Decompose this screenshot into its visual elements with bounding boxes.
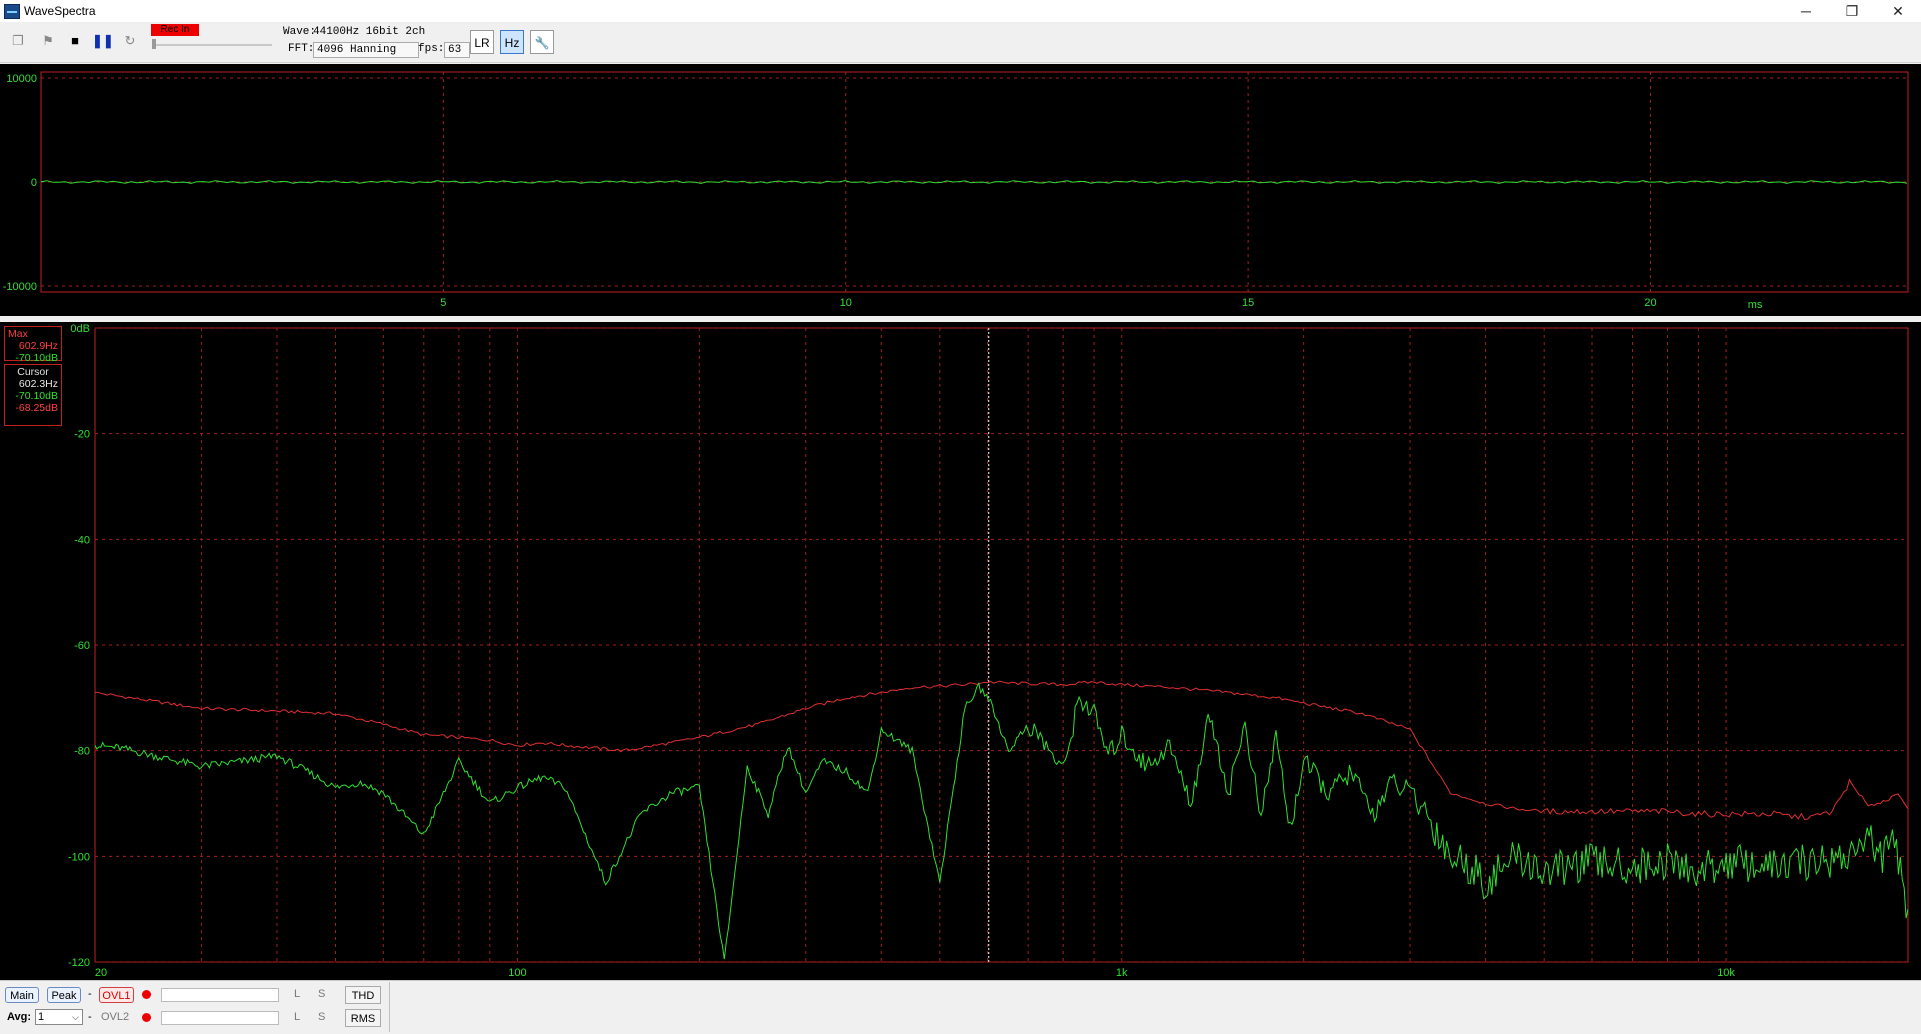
ovl2-indicator[interactable]: OVL2 — [101, 1011, 129, 1023]
avg-label: Avg: — [7, 1011, 32, 1023]
wave-y-tick-label: 0 — [31, 177, 37, 189]
title-bar: WaveSpectra ─ ❐ ✕ — [0, 0, 1921, 22]
wave-x-tick-label: 20 — [1644, 297, 1656, 309]
spectrum-y-tick-label: -120 — [68, 957, 90, 969]
spectrum-y-tick-label: -20 — [74, 429, 90, 441]
wave-label: Wave: — [283, 26, 317, 38]
ovl2-l-label: L — [294, 1011, 301, 1023]
rec-level-thumb[interactable] — [152, 39, 156, 49]
hz-scale-button[interactable]: Hz — [500, 30, 524, 54]
wave-y-tick-label: -10000 — [3, 281, 37, 293]
waveform-plot: 5 10 15 20 ms 10000 0 -10000 — [3, 71, 1909, 311]
fps-label: fps: — [418, 43, 445, 55]
repeat-icon[interactable]: ↻ — [120, 31, 140, 51]
wave-signal-line — [40, 180, 1908, 184]
waveform-panel[interactable]: 5 10 15 20 ms 10000 0 -10000 — [0, 64, 1921, 316]
spectrum-x-tick-label: 10k — [1717, 967, 1735, 979]
spectrum-x-tick-label: 20 — [95, 967, 107, 979]
fft-label: FFT: — [288, 43, 315, 55]
close-button[interactable]: ✕ — [1875, 0, 1921, 22]
rec-in-label[interactable]: Rec In — [151, 24, 199, 36]
wave-x-tick-label: 5 — [440, 297, 446, 309]
cursor-label: Cursor — [17, 366, 49, 378]
main-button[interactable]: Main — [5, 987, 39, 1003]
cursor-freq: 602.3Hz — [18, 378, 58, 390]
fps-value: 63 — [444, 42, 470, 58]
wave-x-unit: ms — [1748, 299, 1763, 311]
spectrum-x-tick-label: 100 — [508, 967, 526, 979]
app-icon — [4, 4, 20, 19]
ovl2-record-icon — [142, 1013, 151, 1022]
spectrum-y-tick-label: -100 — [68, 851, 90, 863]
spectrum-panel[interactable]: 0dB -20 -40 -60 -80 -100 -120 20 100 1k 10k Max 60… — [0, 322, 1921, 980]
ovl1-indicator[interactable]: OVL1 — [99, 987, 134, 1003]
pause-icon[interactable]: ❚❚ — [92, 31, 114, 51]
max-level: -70.10dB — [15, 352, 58, 364]
spectrum-y-tick-label: -80 — [74, 746, 90, 758]
spectrum-y-tick-label: 0dB — [70, 323, 90, 335]
spectrum-y-tick-label: -40 — [74, 534, 90, 546]
ovl1-l-label: L — [294, 988, 301, 1000]
ovl2-dash: - — [88, 1011, 92, 1023]
spectrum-x-tick-label: 1k — [1116, 967, 1128, 979]
cursor-info-box: Cursor 602.3Hz -70.10dB -68.25dB — [4, 364, 62, 426]
chevron-down-icon: ⌵ — [72, 1012, 79, 1022]
lr-channel-button[interactable]: LR — [470, 30, 494, 54]
spectrum-y-tick-label: -60 — [74, 640, 90, 652]
wave-format: 44100Hz 16bit 2ch — [313, 26, 426, 38]
settings-wrench-icon[interactable]: 🔧 — [530, 30, 554, 54]
avg-value: 1 — [38, 1011, 45, 1023]
wave-x-tick-label: 10 — [840, 297, 852, 309]
ovl1-dash: - — [88, 988, 92, 1000]
spectrum-plot: 0dB -20 -40 -60 -80 -100 -120 20 100 1k 10k — [68, 323, 1909, 979]
window-title: WaveSpectra — [24, 4, 96, 18]
max-freq: 602.9Hz — [18, 340, 58, 352]
wave-x-tick-label: 15 — [1242, 297, 1254, 309]
status-bar — [0, 980, 1921, 1034]
copy-icon[interactable]: ❐ — [8, 31, 28, 51]
ovl1-record-icon — [142, 990, 151, 999]
status-divider — [389, 982, 390, 1032]
toolbar: ❐ ⚑ ■ ❚❚ ↻ Rec In Wave: 44100Hz 16bit 2c… — [0, 22, 1921, 63]
wave-y-tick-label: 10000 — [6, 73, 37, 85]
thd-button[interactable]: THD — [345, 986, 381, 1004]
ovl1-level-meter — [161, 988, 279, 1002]
ovl2-s-label: S — [318, 1011, 326, 1023]
stop-icon[interactable]: ■ — [65, 31, 85, 51]
spectrum-current-series-line — [94, 681, 1909, 960]
max-label: Max — [8, 328, 28, 340]
fft-setting[interactable]: 4096 Hanning — [313, 42, 419, 58]
cursor-level-l: -70.10dB — [15, 390, 58, 402]
ovl1-s-label: S — [318, 988, 326, 1000]
avg-select[interactable]: 1 ⌵ — [35, 1009, 83, 1025]
max-info-box: Max 602.9Hz -70.10dB — [4, 326, 62, 364]
rms-button[interactable]: RMS — [345, 1009, 381, 1027]
ovl2-level-meter — [161, 1011, 279, 1025]
peak-button[interactable]: Peak — [47, 987, 81, 1003]
flag-icon[interactable]: ⚑ — [38, 31, 58, 51]
rec-level-slider[interactable] — [152, 44, 272, 46]
minimize-button[interactable]: ─ — [1783, 0, 1829, 22]
cursor-level-r: -68.25dB — [15, 402, 58, 414]
maximize-button[interactable]: ❐ — [1829, 0, 1875, 22]
